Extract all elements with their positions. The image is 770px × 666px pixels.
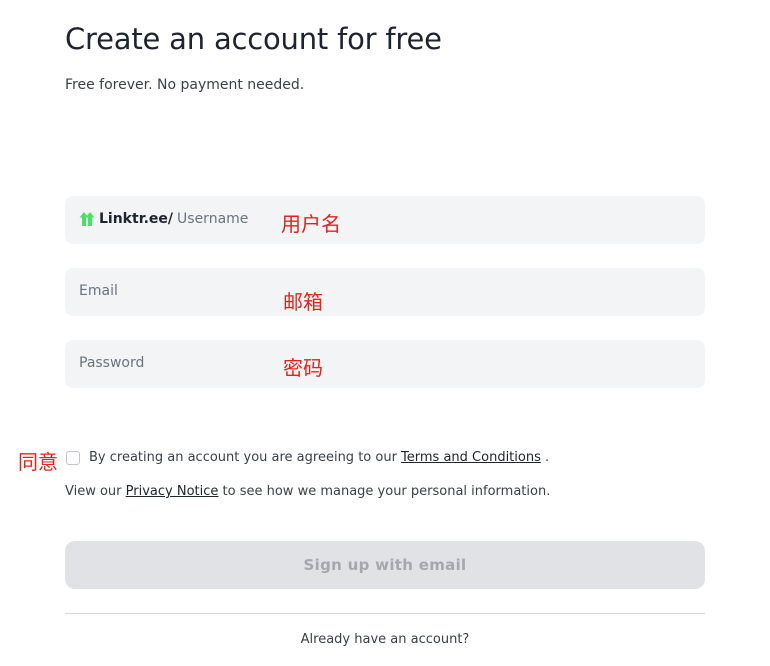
privacy-text: View our Privacy Notice to see how we ma…: [65, 484, 550, 499]
terms-checkbox[interactable]: [66, 451, 80, 465]
email-field[interactable]: Email: [65, 268, 705, 316]
username-placeholder: Username: [177, 211, 249, 227]
password-field[interactable]: Password: [65, 340, 705, 388]
login-prompt[interactable]: Already have an account?: [65, 632, 705, 647]
email-annotation: 邮箱: [283, 290, 323, 314]
page-subtitle: Free forever. No payment needed.: [65, 77, 305, 93]
divider: [65, 613, 705, 614]
privacy-link[interactable]: Privacy Notice: [126, 484, 219, 499]
signup-button[interactable]: Sign up with email: [65, 541, 705, 589]
agree-annotation: 同意: [18, 450, 58, 474]
privacy-text-before: View our: [65, 484, 126, 499]
password-placeholder: Password: [79, 355, 145, 371]
terms-link[interactable]: Terms and Conditions: [401, 450, 541, 465]
username-field[interactable]: Linktr.ee/ Username: [65, 196, 705, 244]
terms-text-after: .: [540, 450, 550, 465]
linktree-logo-icon: [79, 211, 95, 227]
username-annotation: 用户名: [281, 212, 341, 236]
page-title: Create an account for free: [65, 22, 442, 56]
username-prefix-brand: Linktr.ee/: [99, 211, 174, 227]
email-placeholder: Email: [79, 283, 118, 299]
terms-text-before: By creating an account you are agreeing …: [89, 450, 402, 465]
privacy-text-after: to see how we manage your personal infor…: [218, 484, 551, 499]
password-annotation: 密码: [283, 356, 323, 380]
terms-text: By creating an account you are agreeing …: [89, 450, 549, 465]
username-prefix: Linktr.ee/ Username: [79, 211, 248, 227]
